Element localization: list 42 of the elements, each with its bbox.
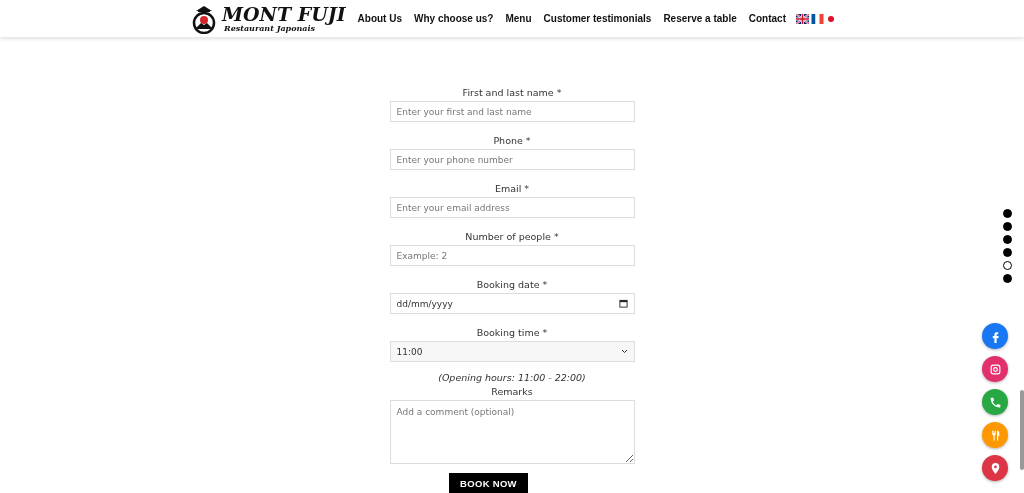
- field-label: Phone *: [493, 135, 531, 147]
- france-flag-icon[interactable]: [811, 13, 824, 24]
- input-field[interactable]: Enter your first and last name: [389, 101, 635, 122]
- logo-tagline: Restaurant Japonais: [224, 24, 316, 32]
- section-dot[interactable]: [1003, 222, 1012, 231]
- nav-link[interactable]: Menu: [505, 13, 532, 24]
- time-select[interactable]: 11:00: [389, 341, 635, 362]
- section-dot[interactable]: [1003, 235, 1012, 244]
- nav-link[interactable]: Contact: [748, 13, 786, 24]
- field-label: First and last name *: [462, 87, 562, 99]
- instagram-button[interactable]: [982, 356, 1008, 382]
- chevron-down-icon: [620, 349, 628, 354]
- phone-button[interactable]: [982, 389, 1008, 415]
- calendar-icon: [618, 299, 628, 308]
- nav-link[interactable]: Why choose us?: [414, 13, 494, 24]
- field-label: Booking time *: [476, 327, 548, 339]
- nav-link[interactable]: Customer testimonials: [543, 13, 652, 24]
- section-dot[interactable]: [1003, 248, 1012, 257]
- section-dot[interactable]: [1003, 261, 1012, 270]
- field-label: Remarks: [491, 386, 533, 398]
- logo-title: MONT FUJI: [222, 5, 346, 24]
- uk-flag-icon[interactable]: [796, 13, 809, 24]
- mount-fuji-logo-icon: [190, 3, 218, 34]
- section-dot[interactable]: [1003, 209, 1012, 218]
- input-field[interactable]: Example: 2: [389, 245, 635, 266]
- book-now-button[interactable]: BOOK NOW: [449, 473, 528, 493]
- location-button[interactable]: [982, 455, 1008, 481]
- nav-link[interactable]: About Us: [357, 13, 402, 24]
- input-field[interactable]: Enter your phone number: [389, 149, 635, 170]
- comment-field[interactable]: Add a comment (optional): [389, 400, 635, 464]
- field-label: Booking date *: [476, 279, 548, 291]
- section-dot[interactable]: [1003, 274, 1012, 283]
- field-label: Number of people *: [465, 231, 559, 243]
- input-field[interactable]: Enter your email address: [389, 197, 635, 218]
- facebook-button[interactable]: [982, 323, 1008, 349]
- japan-flag-icon[interactable]: [826, 13, 836, 24]
- phone-icon: [988, 395, 1002, 409]
- nav-link[interactable]: Reserve a table: [663, 13, 737, 24]
- field-label: Email *: [494, 183, 530, 195]
- opening-hours-note: (Opening hours: 11:00 - 22:00): [438, 372, 586, 384]
- instagram-icon: [988, 362, 1002, 376]
- date-field[interactable]: dd/mm/yyyy: [389, 293, 635, 314]
